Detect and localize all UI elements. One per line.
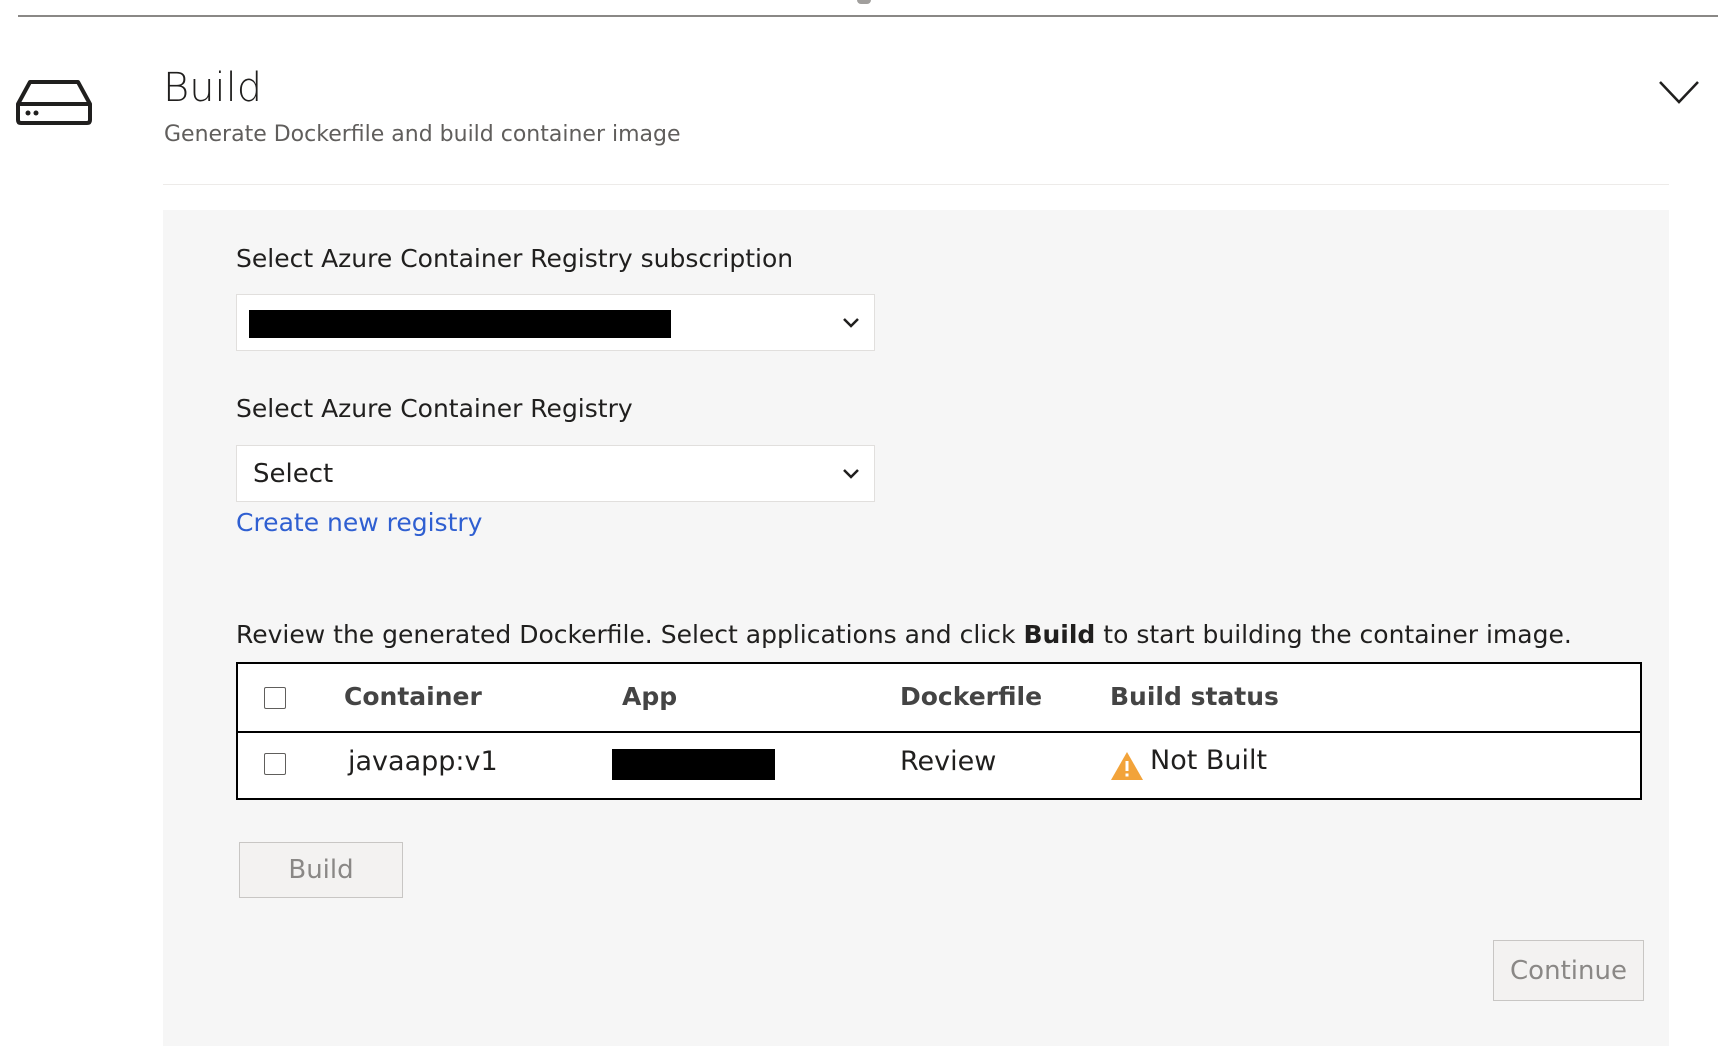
top-divider [18,15,1718,17]
subscription-label: Select Azure Container Registry subscrip… [236,244,794,273]
select-all-checkbox[interactable] [264,687,286,709]
containers-table: Container App Dockerfile Build status ja… [236,662,1642,800]
top-step-indicator [857,0,871,4]
row-checkbox[interactable] [264,753,286,775]
column-header-app: App [622,682,678,711]
section-subtitle: Generate Dockerfile and build container … [164,122,681,147]
redacted-subscription [249,310,671,338]
instruction-text: Review the generated Dockerfile. Select … [236,618,1572,652]
instruction-text-bold: Build [1023,620,1096,649]
column-header-dockerfile: Dockerfile [900,682,1043,711]
registry-select-value: Select [253,458,334,489]
table-header-divider [238,731,1640,733]
registry-select[interactable]: Select [236,445,875,502]
subscription-select[interactable] [236,294,875,351]
chevron-down-icon [843,317,859,328]
hard-drive-icon [16,80,92,125]
section-title: Build [163,65,263,111]
instruction-text-start: Review the generated Dockerfile. Select … [236,620,1024,649]
column-header-build-status: Build status [1110,682,1279,711]
create-registry-link[interactable]: Create new registry [236,506,482,540]
registry-label: Select Azure Container Registry [236,394,633,423]
build-status-text: Not Built [1150,745,1268,776]
redacted-app-name [612,749,775,780]
chevron-down-icon [843,468,859,479]
column-header-container: Container [344,682,482,711]
warning-icon [1111,752,1143,780]
header-divider [163,184,1669,185]
instruction-text-end: to start building the container image. [1095,620,1572,649]
continue-button[interactable]: Continue [1493,940,1644,1001]
chevron-down-icon[interactable] [1656,72,1702,112]
build-button[interactable]: Build [239,842,403,898]
container-name: javaapp:v1 [348,746,498,777]
review-dockerfile-link[interactable]: Review [900,744,996,780]
